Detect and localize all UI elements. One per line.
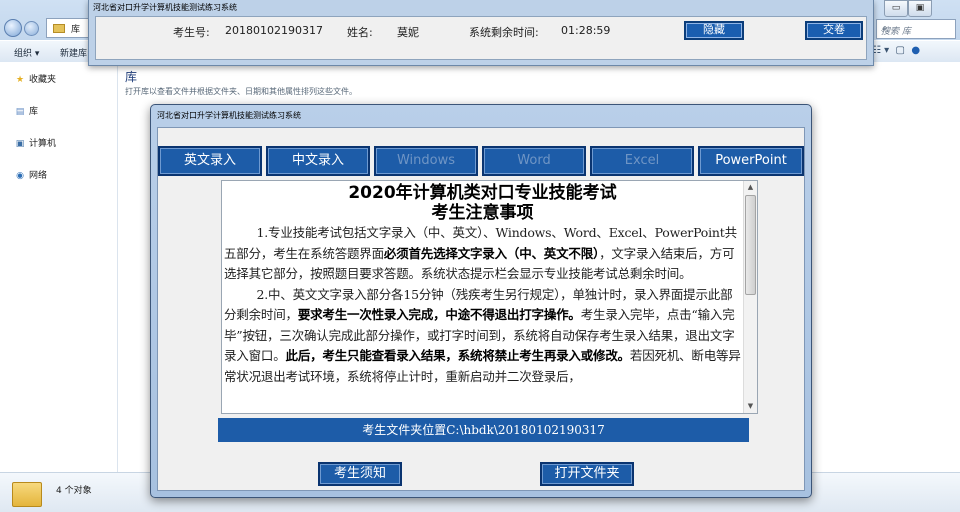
notice-bold-text: 必须首先选择文字录入（中、英文不限） <box>383 245 600 261</box>
library-icon <box>53 24 65 33</box>
scrollbar-thumb[interactable] <box>745 195 756 295</box>
sidebar-item-label: 库 <box>29 107 39 117</box>
sidebar-item-favorites[interactable]: ★ 收藏夹 <box>14 72 56 86</box>
main-window-title: 河北省对口升学计算机技能测试练习系统 <box>157 111 301 120</box>
sidebar-item-network[interactable]: ◉ 网络 <box>14 168 47 182</box>
search-input[interactable]: 搜索 库 ⌕ <box>876 19 956 39</box>
minimize-button[interactable]: ▭ <box>884 0 908 17</box>
maximize-button[interactable]: ▣ <box>908 0 932 17</box>
scroll-down-arrow-icon[interactable]: ▼ <box>744 400 757 413</box>
help-icon[interactable]: ● <box>911 45 920 56</box>
notice-title-line2: 考生注意事项 <box>431 203 534 223</box>
tab-powerpoint[interactable]: PowerPoint <box>698 146 804 176</box>
notice-paragraph-2: 2.中、英文文字录入部分各15分钟（残疾考生另行规定），单独计时，录入界面提示此… <box>224 285 741 388</box>
submit-exam-button[interactable]: 交卷 <box>805 21 863 40</box>
name-label: 姓名: <box>347 26 373 39</box>
time-remaining-label: 系统剩余时间: <box>469 26 539 39</box>
library-icon: ▤ <box>15 107 25 117</box>
navigation-pane: ★ 收藏夹 ▤ 库 ▣ 计算机 ◉ 网络 <box>0 62 118 472</box>
sidebar-item-libraries[interactable]: ▤ 库 <box>14 104 38 118</box>
sidebar-item-label: 网络 <box>29 171 48 181</box>
view-options-icon[interactable]: ☷ ▾ ▢ ● <box>872 45 920 56</box>
tab-word[interactable]: Word <box>482 146 586 176</box>
star-icon: ★ <box>15 75 25 85</box>
back-arrow-icon[interactable] <box>4 19 22 37</box>
notice-content: 2020年计算机类对口专业技能考试 考生注意事项 1.专业技能考试包括文字录入（… <box>224 183 741 387</box>
address-text: 库 <box>71 25 81 35</box>
exam-id-value: 20180102190317 <box>225 24 323 37</box>
exam-id-label: 考生号: <box>173 26 210 39</box>
sidebar-item-computer[interactable]: ▣ 计算机 <box>14 136 56 150</box>
name-value: 莫妮 <box>397 26 419 39</box>
scroll-up-arrow-icon[interactable]: ▲ <box>744 181 757 194</box>
forward-arrow-icon[interactable] <box>24 21 39 36</box>
hide-button[interactable]: 隐藏 <box>684 21 744 40</box>
organize-menu[interactable]: 组织 ▾ <box>14 46 39 59</box>
notice-paragraph-1: 1.专业技能考试包括文字录入（中、英文）、Windows、Word、Excel、… <box>224 223 741 285</box>
object-count: 4 个对象 <box>56 486 92 496</box>
new-library-button[interactable]: 新建库 <box>60 46 87 59</box>
notice-scrollbar[interactable]: ▲ ▼ <box>743 181 757 413</box>
library-folder-icon <box>12 482 42 507</box>
notice-bold-text: 要求考生一次性录入完成，中途不得退出打字操作。 <box>297 307 581 322</box>
tab-chinese-typing[interactable]: 中文录入 <box>266 146 370 176</box>
main-window-body: 英文录入 中文录入 Windows Word Excel PowerPoint … <box>157 127 805 491</box>
exam-status-window: 河北省对口升学计算机技能测试练习系统 考生号: 20180102190317 姓… <box>88 0 874 66</box>
open-folder-button[interactable]: 打开文件夹 <box>540 462 634 486</box>
exam-notice-textbox[interactable]: 2020年计算机类对口专业技能考试 考生注意事项 1.专业技能考试包括文字录入（… <box>221 180 758 414</box>
content-title: 库 <box>125 70 138 84</box>
search-icon: ⌕ <box>881 23 887 34</box>
exam-main-window: 河北省对口升学计算机技能测试练习系统 英文录入 中文录入 Windows Wor… <box>150 104 812 498</box>
tab-excel[interactable]: Excel <box>590 146 694 176</box>
status-window-title: 河北省对口升学计算机技能测试练习系统 <box>93 3 237 12</box>
network-icon: ◉ <box>16 171 24 181</box>
notice-bold-text: 此后，考生只能查看录入结果，系统将禁止考生再录入或修改。 <box>285 348 631 363</box>
notice-title-line1: 2020年计算机类对口专业技能考试 <box>348 183 617 203</box>
computer-icon: ▣ <box>15 139 25 149</box>
time-remaining-value: 01:28:59 <box>561 24 611 37</box>
module-tab-bar: 英文录入 中文录入 Windows Word Excel PowerPoint <box>158 146 806 176</box>
tab-english-typing[interactable]: 英文录入 <box>158 146 262 176</box>
sidebar-item-label: 计算机 <box>29 139 57 149</box>
sidebar-item-label: 收藏夹 <box>29 75 57 85</box>
exam-notice-button[interactable]: 考生须知 <box>318 462 402 486</box>
tab-windows[interactable]: Windows <box>374 146 478 176</box>
student-folder-path: 考生文件夹位置C:\hbdk\20180102190317 <box>218 418 749 442</box>
content-subtitle: 打开库以查看文件并根据文件夹、日期和其他属性排列这些文件。 <box>125 87 357 96</box>
